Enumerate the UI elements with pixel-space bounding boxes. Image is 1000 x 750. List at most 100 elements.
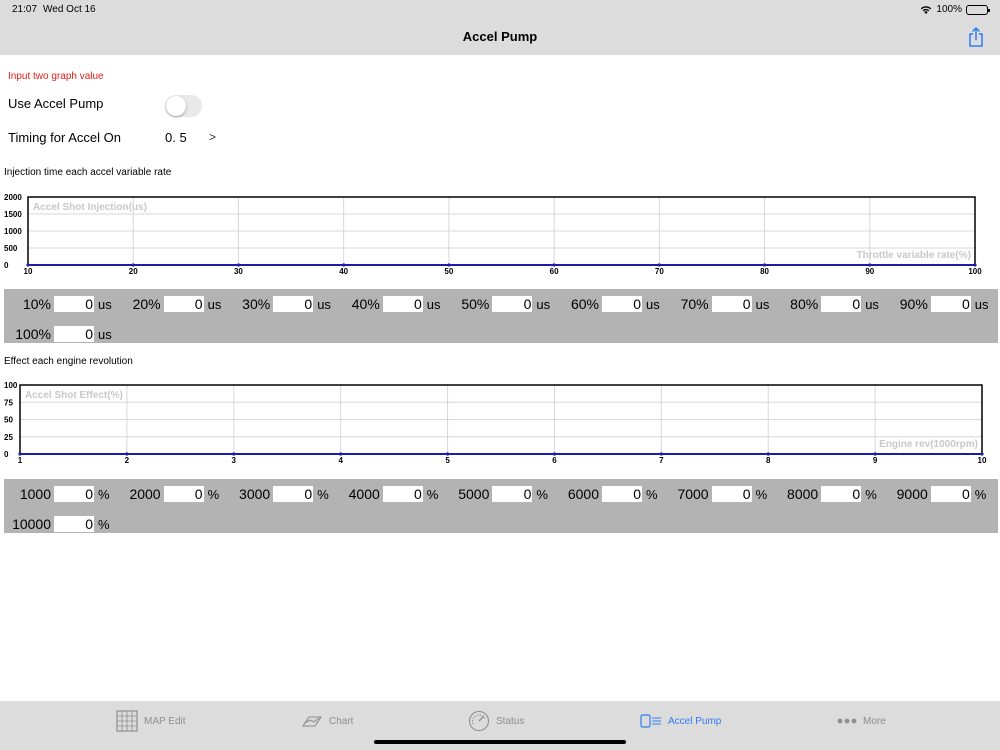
cell-label: 100% [15, 325, 51, 342]
injection-input-panel: 10% 0 us 20% 0 us 30% 0 us 40% 0 us 50% 0 us 60% 0 us 70% 0… [4, 289, 998, 343]
cell-label-wrap: 9000 [4, 483, 928, 503]
x-tick-label: 60 [550, 267, 559, 276]
tab-label: Accel Pump [668, 715, 722, 727]
unit-label: % [98, 516, 110, 532]
x-tick-label: 8 [766, 456, 771, 465]
cell-label: 10000 [12, 515, 51, 532]
data-point[interactable] [762, 263, 767, 267]
grid-icon [116, 710, 138, 732]
tab-chart[interactable]: Chart [301, 709, 353, 733]
y-tick-label: 50 [4, 416, 13, 425]
data-point[interactable] [339, 452, 343, 456]
unit-label: % [974, 487, 987, 502]
data-point[interactable] [26, 263, 30, 267]
effect-input-panel: 1000 0% 2000 0% 3000 0% 4000 0% 5000 0% 6000 0% 7000… [4, 479, 998, 533]
x-tick-label: 90 [865, 267, 874, 276]
x-tick-label: 2 [125, 456, 130, 465]
chevron-right-icon[interactable]: > [209, 130, 216, 144]
x-tick-label: 10 [978, 456, 987, 465]
tab-more[interactable]: More [837, 709, 886, 733]
data-point[interactable] [552, 452, 557, 456]
y-axis-label: Accel Shot Injection(us) [33, 202, 147, 213]
value-input[interactable]: 0 [54, 515, 94, 532]
data-point[interactable] [18, 452, 22, 456]
effect-chart: Accel Shot Effect(%) Engine rev(1000rpm) 0… [4, 381, 987, 465]
input-hint: Input two graph value [8, 71, 104, 82]
x-tick-label: 30 [234, 267, 243, 276]
data-point[interactable] [552, 263, 556, 267]
tab-accel-pump[interactable]: Accel Pump [640, 709, 721, 733]
y-tick-label: 1000 [4, 227, 22, 236]
x-axis-label: Throttle variable rate(%) [857, 250, 971, 261]
data-point[interactable] [131, 263, 135, 267]
cell-label: 9000 [896, 486, 928, 502]
timing-label: Timing for Accel On [8, 130, 121, 145]
data-point[interactable] [873, 452, 877, 456]
x-tick-label: 80 [760, 267, 769, 276]
value-input[interactable]: 0 [54, 325, 94, 342]
page-title: Accel Pump [462, 29, 538, 44]
y-tick-label: 2000 [4, 193, 22, 202]
unit-label: us [974, 297, 989, 312]
data-point[interactable] [980, 452, 984, 456]
tab-map-edit[interactable]: MAP Edit [116, 709, 186, 733]
tab-label: More [863, 715, 886, 727]
data-point[interactable] [236, 263, 241, 267]
y-tick-label: 75 [4, 398, 13, 407]
home-indicator [374, 740, 626, 744]
x-tick-label: 40 [339, 267, 348, 276]
status-date: Wed Oct 16 [43, 4, 96, 15]
x-tick-label: 9 [873, 456, 878, 465]
x-tick-label: 100 [968, 267, 982, 276]
y-tick-label: 1500 [4, 210, 22, 219]
data-point[interactable] [973, 263, 977, 267]
more-icon [837, 718, 857, 724]
unit-label: us [98, 326, 112, 342]
y-tick-label: 100 [4, 381, 18, 390]
data-point[interactable] [232, 452, 236, 456]
y-axis-label: Accel Shot Effect(%) [25, 390, 123, 401]
x-tick-label: 5 [445, 456, 450, 465]
use-accel-pump-label: Use Accel Pump [8, 96, 104, 111]
x-tick-label: 6 [552, 456, 557, 465]
data-point[interactable] [342, 263, 346, 267]
pump-icon [640, 714, 661, 728]
data-point[interactable] [766, 452, 770, 456]
injection-section-title: Injection time each accel variable rate [4, 167, 172, 178]
gauge-icon [468, 710, 490, 732]
status-indicators: 100% [920, 4, 990, 15]
status-bar: 21:07 Wed Oct 16 100% [0, 0, 1000, 20]
cell-label-wrap: 100% [4, 323, 51, 343]
effect-section-title: Effect each engine revolution [4, 356, 133, 367]
tab-status[interactable]: Status [468, 709, 524, 733]
cell-label: 90% [899, 296, 928, 312]
tab-label: Status [496, 715, 525, 727]
y-tick-label: 25 [4, 433, 13, 442]
x-tick-label: 7 [659, 456, 664, 465]
x-tick-label: 4 [338, 456, 343, 465]
data-point[interactable] [657, 263, 661, 267]
x-axis-label: Engine rev(1000rpm) [879, 439, 978, 450]
y-tick-label: 500 [4, 244, 18, 253]
wifi-icon [921, 6, 932, 14]
use-accel-pump-toggle[interactable] [165, 95, 202, 117]
x-tick-label: 20 [129, 267, 138, 276]
data-point[interactable] [659, 452, 663, 456]
data-point[interactable] [868, 263, 872, 267]
battery-percent: 100% [936, 4, 962, 15]
x-tick-label: 3 [232, 456, 237, 465]
data-point[interactable] [125, 452, 129, 456]
timing-value[interactable]: 0. 5 [165, 130, 187, 145]
cell-label-wrap: 10000 [4, 513, 51, 533]
tab-label: Chart [329, 715, 354, 727]
y-tick-label: 0 [4, 261, 9, 270]
data-point[interactable] [447, 263, 451, 267]
toggle-knob [166, 96, 186, 116]
x-tick-label: 50 [444, 267, 453, 276]
value-input[interactable]: 0 [930, 296, 971, 312]
chart-icon [301, 716, 323, 727]
injection-chart: Accel Shot Injection(us) Throttle variabl… [4, 193, 982, 276]
share-icon[interactable] [966, 26, 986, 48]
data-point[interactable] [445, 452, 450, 456]
value-input[interactable]: 0 [930, 486, 971, 502]
